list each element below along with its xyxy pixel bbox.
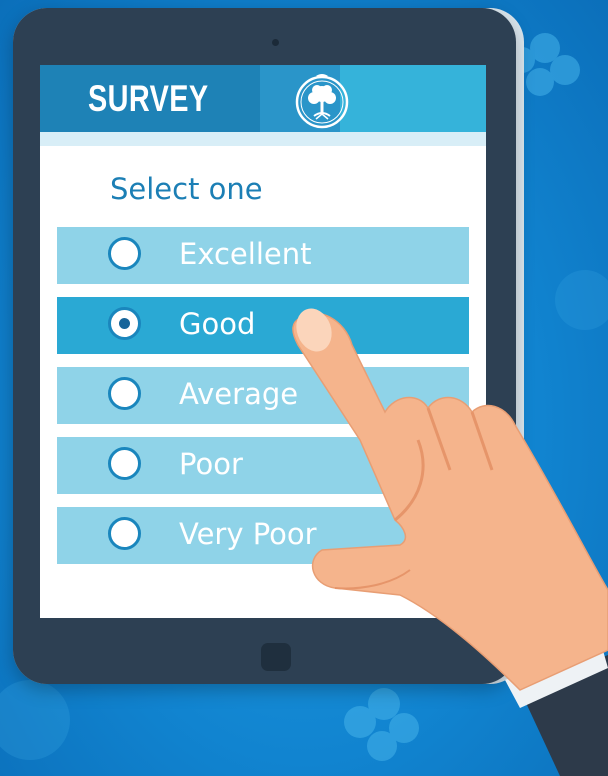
option-label: Good	[179, 307, 256, 341]
tablet-screen: SURVEY Select one Excellent Good Average	[40, 65, 486, 618]
option-label: Poor	[179, 447, 243, 481]
survey-header: SURVEY	[40, 65, 486, 132]
page-title: SURVEY	[88, 78, 209, 119]
radio-button-selected[interactable]	[108, 307, 141, 340]
option-label: Excellent	[179, 237, 312, 271]
option-label: Very Poor	[179, 517, 317, 551]
option-good[interactable]: Good	[57, 297, 469, 354]
radio-button[interactable]	[108, 517, 141, 550]
option-very-poor[interactable]: Very Poor	[57, 507, 469, 564]
radio-button[interactable]	[108, 447, 141, 480]
home-button[interactable]	[261, 643, 291, 671]
radio-button[interactable]	[108, 237, 141, 270]
header-underline	[40, 132, 486, 146]
tree-icon	[295, 74, 349, 129]
survey-prompt: Select one	[110, 172, 263, 206]
header-accent-band	[340, 65, 486, 132]
radio-button[interactable]	[108, 377, 141, 410]
camera-icon	[272, 39, 279, 46]
option-label: Average	[179, 377, 299, 411]
radio-dot	[119, 318, 130, 329]
option-average[interactable]: Average	[57, 367, 469, 424]
option-excellent[interactable]: Excellent	[57, 227, 469, 284]
option-poor[interactable]: Poor	[57, 437, 469, 494]
